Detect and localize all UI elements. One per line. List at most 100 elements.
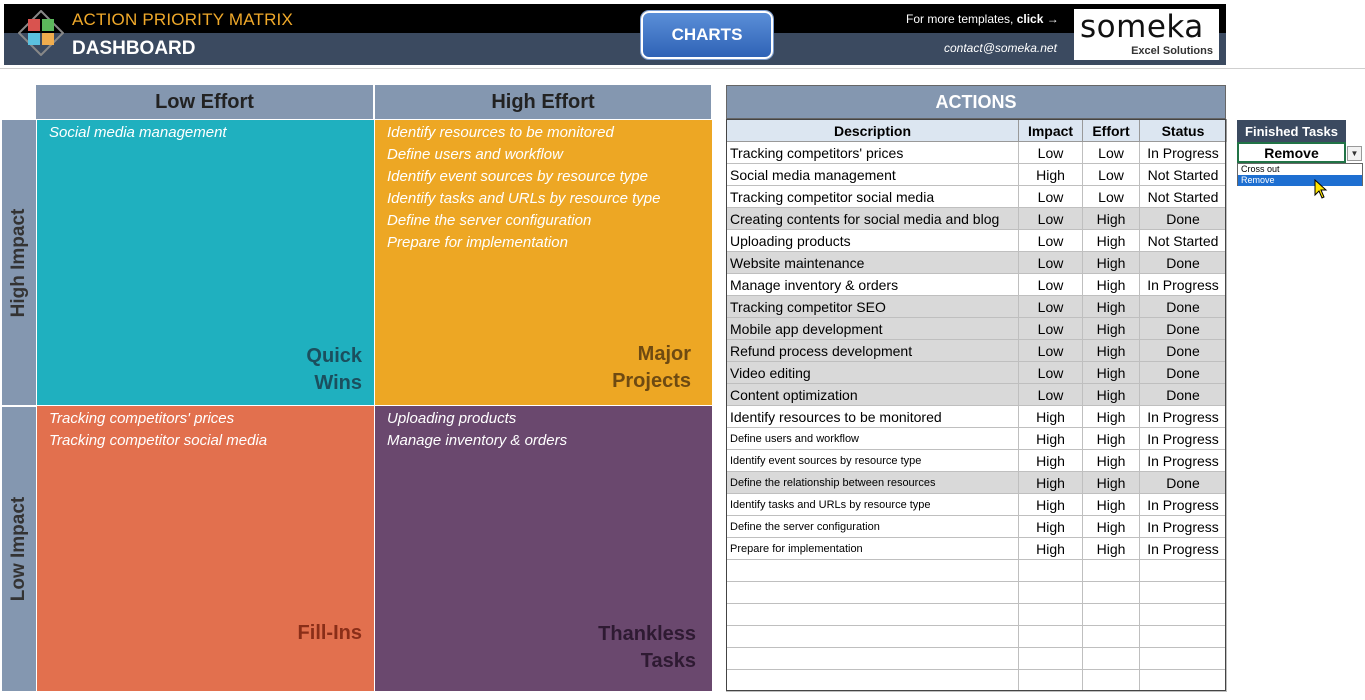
empty-cell[interactable] bbox=[1139, 625, 1227, 648]
option-cross-out[interactable]: Cross out bbox=[1238, 164, 1362, 175]
cell-impact[interactable]: High bbox=[1018, 405, 1083, 428]
cell-status[interactable]: Not Started bbox=[1139, 185, 1227, 208]
cell-status[interactable]: Not Started bbox=[1139, 163, 1227, 186]
table-row[interactable]: Uploading products Low High Not Started bbox=[726, 229, 1227, 252]
empty-cell[interactable] bbox=[1082, 647, 1140, 670]
cell-impact[interactable]: Low bbox=[1018, 273, 1083, 296]
empty-cell[interactable] bbox=[726, 559, 1019, 582]
table-row[interactable]: Creating contents for social media and b… bbox=[726, 207, 1227, 230]
cell-impact[interactable]: High bbox=[1018, 427, 1083, 450]
empty-cell[interactable] bbox=[1018, 647, 1083, 670]
cell-effort[interactable]: High bbox=[1082, 405, 1140, 428]
table-row[interactable]: Define users and workflow High High In Prog… bbox=[726, 427, 1227, 450]
empty-cell[interactable] bbox=[1018, 669, 1083, 692]
cell-description[interactable]: Website maintenance bbox=[726, 251, 1019, 274]
cell-description[interactable]: Tracking competitor SEO bbox=[726, 295, 1019, 318]
templates-link[interactable]: For more templates, click → bbox=[906, 12, 1059, 26]
cell-impact[interactable]: Low bbox=[1018, 185, 1083, 208]
cell-impact[interactable]: Low bbox=[1018, 339, 1083, 362]
empty-cell[interactable] bbox=[1139, 559, 1227, 582]
cell-description[interactable]: Mobile app development bbox=[726, 317, 1019, 340]
cell-status[interactable]: Done bbox=[1139, 361, 1227, 384]
cell-effort[interactable]: Low bbox=[1082, 185, 1140, 208]
cell-status[interactable]: Done bbox=[1139, 207, 1227, 230]
empty-table-row[interactable] bbox=[726, 647, 1227, 670]
cell-description[interactable]: Creating contents for social media and b… bbox=[726, 207, 1019, 230]
brand-logo[interactable]: someka Excel Solutions bbox=[1074, 9, 1219, 60]
cell-effort[interactable]: High bbox=[1082, 427, 1140, 450]
cell-effort[interactable]: High bbox=[1082, 361, 1140, 384]
cell-status[interactable]: Done bbox=[1139, 295, 1227, 318]
table-row[interactable]: Identify resources to be monitored High Hi… bbox=[726, 405, 1227, 428]
cell-impact[interactable]: Low bbox=[1018, 229, 1083, 252]
table-row[interactable]: Tracking competitors' prices Low Low In Pro… bbox=[726, 141, 1227, 164]
empty-cell[interactable] bbox=[1018, 603, 1083, 626]
empty-cell[interactable] bbox=[726, 669, 1019, 692]
cell-effort[interactable]: High bbox=[1082, 515, 1140, 538]
cell-status[interactable]: In Progress bbox=[1139, 449, 1227, 472]
cell-status[interactable]: In Progress bbox=[1139, 427, 1227, 450]
cell-effort[interactable]: High bbox=[1082, 383, 1140, 406]
table-row[interactable]: Content optimization Low High Done bbox=[726, 383, 1227, 406]
table-row[interactable]: Identify tasks and URLs by resource type… bbox=[726, 493, 1227, 516]
empty-table-row[interactable] bbox=[726, 625, 1227, 648]
option-remove[interactable]: Remove bbox=[1238, 175, 1362, 186]
empty-cell[interactable] bbox=[726, 603, 1019, 626]
finished-tasks-select[interactable]: Remove bbox=[1237, 142, 1346, 163]
cell-description[interactable]: Define the relationship between resource… bbox=[726, 471, 1019, 494]
cell-impact[interactable]: Low bbox=[1018, 317, 1083, 340]
column-status[interactable]: Status bbox=[1139, 119, 1227, 142]
empty-cell[interactable] bbox=[1139, 647, 1227, 670]
empty-table-row[interactable] bbox=[726, 581, 1227, 604]
empty-table-row[interactable] bbox=[726, 603, 1227, 626]
table-row[interactable]: Identify event sources by resource type H… bbox=[726, 449, 1227, 472]
cell-impact[interactable]: High bbox=[1018, 537, 1083, 560]
table-row[interactable]: Social media management High Low Not Starte… bbox=[726, 163, 1227, 186]
cell-status[interactable]: In Progress bbox=[1139, 273, 1227, 296]
empty-cell[interactable] bbox=[1018, 559, 1083, 582]
empty-cell[interactable] bbox=[1082, 669, 1140, 692]
cell-description[interactable]: Social media management bbox=[726, 163, 1019, 186]
cell-status[interactable]: In Progress bbox=[1139, 493, 1227, 516]
empty-cell[interactable] bbox=[1139, 669, 1227, 692]
cell-effort[interactable]: High bbox=[1082, 273, 1140, 296]
cell-impact[interactable]: High bbox=[1018, 493, 1083, 516]
cell-effort[interactable]: High bbox=[1082, 493, 1140, 516]
cell-description[interactable]: Identify event sources by resource type bbox=[726, 449, 1019, 472]
cell-status[interactable]: In Progress bbox=[1139, 141, 1227, 164]
column-effort[interactable]: Effort bbox=[1082, 119, 1140, 142]
cell-effort[interactable]: High bbox=[1082, 449, 1140, 472]
column-description[interactable]: Description bbox=[726, 119, 1019, 142]
cell-description[interactable]: Tracking competitor social media bbox=[726, 185, 1019, 208]
cell-description[interactable]: Define the server configuration bbox=[726, 515, 1019, 538]
cell-status[interactable]: In Progress bbox=[1139, 515, 1227, 538]
table-row[interactable]: Refund process development Low High Done bbox=[726, 339, 1227, 362]
cell-description[interactable]: Refund process development bbox=[726, 339, 1019, 362]
cell-status[interactable]: In Progress bbox=[1139, 537, 1227, 560]
cell-status[interactable]: Not Started bbox=[1139, 229, 1227, 252]
cell-effort[interactable]: Low bbox=[1082, 163, 1140, 186]
templates-click[interactable]: click → bbox=[1017, 12, 1059, 26]
cell-status[interactable]: Done bbox=[1139, 339, 1227, 362]
cell-status[interactable]: Done bbox=[1139, 383, 1227, 406]
dropdown-arrow-icon[interactable]: ▼ bbox=[1347, 146, 1362, 161]
cell-description[interactable]: Define users and workflow bbox=[726, 427, 1019, 450]
cell-description[interactable]: Video editing bbox=[726, 361, 1019, 384]
cell-description[interactable]: Manage inventory & orders bbox=[726, 273, 1019, 296]
table-row[interactable]: Define the relationship between resource… bbox=[726, 471, 1227, 494]
table-row[interactable]: Manage inventory & orders Low High In Progr… bbox=[726, 273, 1227, 296]
table-row[interactable]: Define the server configuration High High I… bbox=[726, 515, 1227, 538]
table-row[interactable]: Tracking competitor SEO Low High Done bbox=[726, 295, 1227, 318]
cell-status[interactable]: Done bbox=[1139, 251, 1227, 274]
empty-cell[interactable] bbox=[1018, 581, 1083, 604]
cell-status[interactable]: In Progress bbox=[1139, 405, 1227, 428]
cell-effort[interactable]: Low bbox=[1082, 141, 1140, 164]
cell-impact[interactable]: High bbox=[1018, 449, 1083, 472]
cell-effort[interactable]: High bbox=[1082, 317, 1140, 340]
cell-description[interactable]: Uploading products bbox=[726, 229, 1019, 252]
empty-cell[interactable] bbox=[1018, 625, 1083, 648]
cell-status[interactable]: Done bbox=[1139, 317, 1227, 340]
cell-effort[interactable]: High bbox=[1082, 207, 1140, 230]
cell-effort[interactable]: High bbox=[1082, 251, 1140, 274]
cell-impact[interactable]: Low bbox=[1018, 295, 1083, 318]
